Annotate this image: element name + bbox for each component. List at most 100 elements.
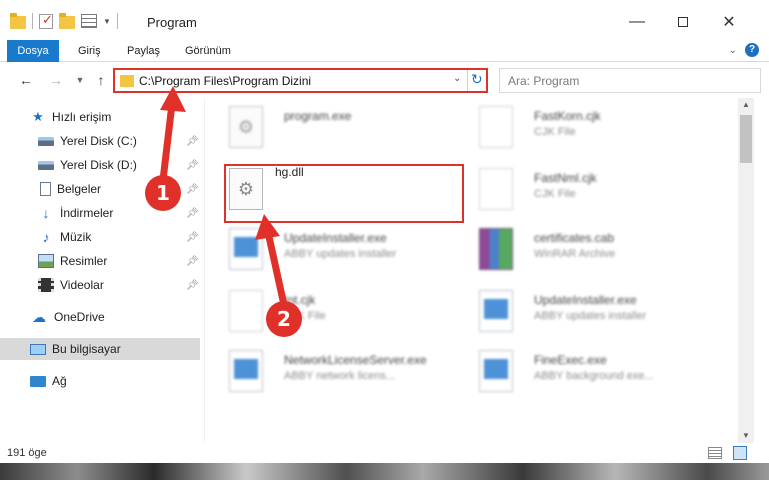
documents-icon <box>40 182 51 196</box>
address-divider <box>467 70 468 91</box>
file-item[interactable]: FastNml.cjk CJK File <box>455 160 695 216</box>
disk-icon <box>38 160 54 170</box>
file-item[interactable]: UpdateInstaller.exe ABBY updates install… <box>205 220 445 276</box>
details-view-icon[interactable] <box>708 447 722 459</box>
chevron-down-icon[interactable]: ⌄ <box>453 73 461 84</box>
pin-icon[interactable]: 📌︎ <box>186 160 199 171</box>
tab-home[interactable]: Giriş <box>78 40 101 62</box>
window-title: Program <box>147 15 197 30</box>
maximize-button[interactable] <box>660 0 706 44</box>
file-name: program.exe <box>284 109 352 123</box>
sidebar-item-pictures[interactable]: Resimler 📌︎ <box>0 250 200 272</box>
pin-icon[interactable]: 📌︎ <box>186 184 199 195</box>
pin-icon[interactable]: 📌︎ <box>186 136 199 147</box>
status-bar: 191 öge <box>0 443 769 463</box>
file-item[interactable]: UpdateInstaller.exe ABBY updates install… <box>455 282 695 338</box>
refresh-icon[interactable]: ↻ <box>471 71 483 88</box>
star-icon: ★ <box>32 109 44 124</box>
scrollbar-thumb[interactable] <box>740 115 752 163</box>
file-item[interactable]: NetworkLicenseServer.exe ABBY network li… <box>205 342 445 398</box>
file-item[interactable]: FastKorn.cjk CJK File <box>455 98 695 154</box>
download-icon: ↓ <box>42 205 50 221</box>
address-path[interactable]: C:\Program Files\Program Dizini <box>139 74 311 88</box>
pin-icon[interactable]: 📌︎ <box>186 280 199 291</box>
search-placeholder: Ara: Program <box>508 74 580 88</box>
sidebar-item-music[interactable]: ♪ Müzik 📌︎ <box>0 226 200 248</box>
sidebar-item-network[interactable]: Ağ <box>0 370 200 392</box>
file-name: FineExec.exe <box>534 353 607 367</box>
quick-access-toolbar: ▼ <box>10 12 118 29</box>
winrar-archive-icon <box>479 228 513 270</box>
sidebar-item-label: Yerel Disk (C:) <box>60 134 137 148</box>
file-item[interactable]: FineExec.exe ABBY background exe... <box>455 342 695 398</box>
pin-icon[interactable]: 📌︎ <box>186 208 199 219</box>
sidebar-item-label: Videolar <box>60 278 104 292</box>
tab-view[interactable]: Görünüm <box>185 40 231 62</box>
back-arrow-icon[interactable]: ← <box>16 70 36 90</box>
large-icons-view-icon[interactable] <box>733 446 747 460</box>
exe-icon <box>479 290 513 332</box>
maximize-icon <box>678 17 688 27</box>
address-bar[interactable]: C:\Program Files\Program Dizini ⌄ ↻ <box>113 68 488 93</box>
file-name: UpdateInstaller.exe <box>534 293 637 307</box>
scroll-up-arrow-icon[interactable]: ▲ <box>738 98 754 112</box>
cloud-icon: ☁ <box>32 308 46 325</box>
forward-arrow-icon[interactable]: → <box>46 70 66 90</box>
customize-dropdown-icon[interactable]: ▼ <box>103 17 111 26</box>
network-icon <box>30 375 46 387</box>
file-type: WinRAR Archive <box>534 248 616 260</box>
pin-icon[interactable]: 📌︎ <box>186 232 199 243</box>
properties-check-icon[interactable] <box>39 12 53 29</box>
search-input[interactable]: Ara: Program <box>499 68 761 93</box>
file-name: UpdateInstaller.exe <box>284 231 387 245</box>
file-explorer-window: ▼ Program — ✕ Dosya Giriş Paylaş Görünüm… <box>0 0 769 463</box>
minimize-button[interactable]: — <box>614 0 660 44</box>
file-name: NetworkLicenseServer.exe <box>284 353 427 367</box>
sidebar-item-videos[interactable]: Videolar 📌︎ <box>0 274 200 296</box>
ribbon-controls: ⌄ ? <box>729 43 759 57</box>
scroll-down-arrow-icon[interactable]: ▼ <box>738 429 754 443</box>
sidebar-item-label: OneDrive <box>54 310 105 324</box>
sidebar-item-this-pc[interactable]: Bu bilgisayar <box>0 338 200 360</box>
file-item[interactable]: Int.cjk CJK File <box>205 282 445 338</box>
file-type: ABBY network licens... <box>284 370 396 382</box>
view-options-icon[interactable] <box>81 14 97 28</box>
file-icon <box>479 106 513 148</box>
exe-icon <box>229 228 263 270</box>
tab-file[interactable]: Dosya <box>7 40 59 62</box>
desktop-wallpaper <box>0 462 769 480</box>
videos-icon <box>38 278 54 292</box>
file-type: CJK File <box>534 188 576 200</box>
sidebar-item-disk-d[interactable]: Yerel Disk (D:) 📌︎ <box>0 154 200 176</box>
exe-icon <box>229 350 263 392</box>
sidebar-item-label: Müzik <box>60 230 92 244</box>
sidebar-item-label: İndirmeler <box>60 206 114 220</box>
file-type: ABBY updates installer <box>284 248 397 260</box>
new-folder-icon[interactable] <box>59 12 75 29</box>
sidebar-item-onedrive[interactable]: ☁ OneDrive <box>0 306 200 328</box>
close-icon: ✕ <box>722 14 736 31</box>
step-2-badge: 2 <box>266 301 302 337</box>
up-arrow-icon[interactable]: ↑ <box>91 70 111 90</box>
toolbar-divider <box>116 13 118 29</box>
sidebar-item-label: Belgeler <box>57 182 102 196</box>
item-count: 191 öge <box>7 447 47 459</box>
sidebar-item-disk-c[interactable]: Yerel Disk (C:) 📌︎ <box>0 130 200 152</box>
vertical-scrollbar[interactable]: ▲ ▼ <box>738 98 754 443</box>
recent-locations-icon[interactable]: ▼ <box>70 70 90 90</box>
folder-icon[interactable] <box>10 12 26 29</box>
hg-dll-highlight-box <box>224 164 464 223</box>
file-name: certificates.cab <box>534 231 615 245</box>
disk-icon <box>38 136 54 146</box>
sidebar-item-label: Ağ <box>52 374 67 388</box>
pin-icon[interactable]: 📌︎ <box>186 256 199 267</box>
sidebar-item-quick-access[interactable]: ★ Hızlı erişim <box>0 106 200 128</box>
file-item[interactable]: certificates.cab WinRAR Archive <box>455 220 695 276</box>
help-icon[interactable]: ? <box>745 43 759 57</box>
expand-ribbon-icon[interactable]: ⌄ <box>729 45 737 56</box>
close-button[interactable]: ✕ <box>706 0 752 44</box>
tab-share[interactable]: Paylaş <box>127 40 160 62</box>
sidebar-item-label: Bu bilgisayar <box>52 342 121 356</box>
file-icon <box>479 168 513 210</box>
file-item[interactable]: ⚙ program.exe <box>205 98 445 154</box>
